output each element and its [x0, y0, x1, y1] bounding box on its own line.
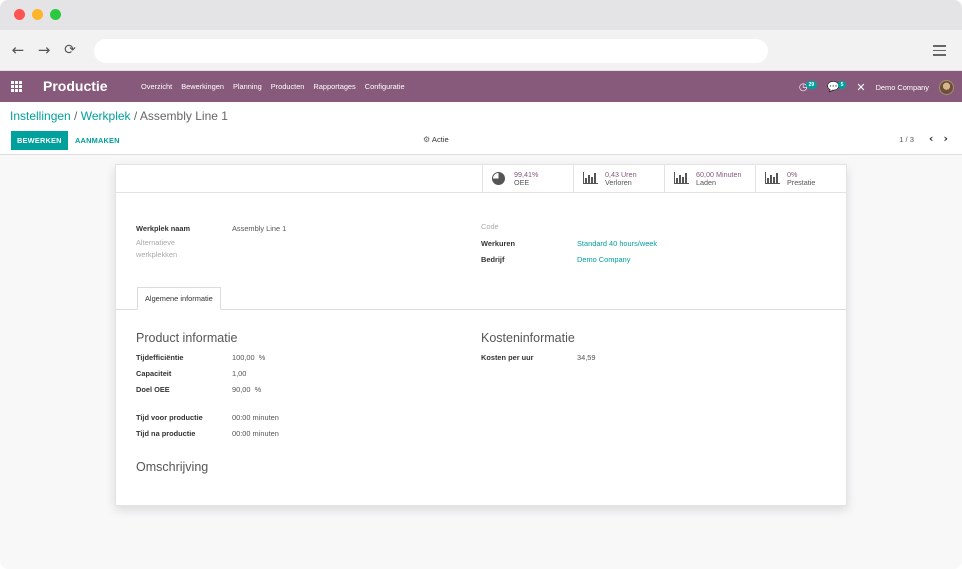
stat-label: Prestatie: [787, 178, 816, 187]
app-title[interactable]: Productie: [43, 78, 108, 94]
stat-button-verloren[interactable]: 0,43 Uren Verloren: [573, 165, 664, 193]
menu-item-bewerkingen[interactable]: Bewerkingen: [181, 82, 224, 91]
browser-window: ← → ⟳ Productie Overzicht Bewerkingen Pl…: [0, 0, 962, 569]
pager-next-icon[interactable]: ›: [943, 132, 948, 145]
time-after-label: Tijd na productie: [136, 429, 196, 438]
breadcrumb: Instellingen / Werkplek / Assembly Line …: [10, 109, 228, 123]
time-before-field[interactable]: 00:00 minuten: [232, 413, 279, 422]
forward-arrow-icon[interactable]: →: [36, 41, 52, 59]
cost-per-hour-field[interactable]: 34,59: [577, 353, 596, 362]
window-titlebar: [0, 0, 962, 30]
time-efficiency-label: Tijdefficiëntie: [136, 353, 184, 362]
menu-item-configuratie[interactable]: Configuratie: [365, 82, 405, 91]
tabs-divider: [116, 309, 846, 310]
code-label: Code: [481, 222, 499, 231]
menu-item-overzicht[interactable]: Overzicht: [141, 82, 172, 91]
workcenter-name-label: Werkplek naam: [136, 224, 191, 233]
time-efficiency-value: 100,00: [232, 353, 255, 362]
button-box: 99,41% OEE 0,43 Uren Verloren 60,00 Minu…: [116, 165, 846, 193]
breadcrumb-separator: /: [70, 109, 81, 123]
breadcrumb-instellingen[interactable]: Instellingen: [10, 109, 71, 123]
hamburger-menu-icon[interactable]: [933, 45, 946, 56]
bar-chart-icon: [765, 172, 781, 186]
time-efficiency-field[interactable]: 100,00 %: [232, 353, 265, 362]
menu-item-rapportages[interactable]: Rapportages: [313, 82, 355, 91]
activity-badge: 29: [805, 80, 818, 89]
percent-unit: %: [258, 353, 266, 362]
alternative-label-line: werkplekken: [136, 250, 178, 259]
pager-previous-icon[interactable]: ‹: [929, 132, 934, 145]
workcenter-name-field[interactable]: Assembly Line 1: [232, 224, 286, 233]
pie-chart-icon: [492, 172, 508, 186]
back-arrow-icon[interactable]: ←: [10, 41, 26, 59]
company-field[interactable]: Demo Company: [577, 255, 630, 264]
apps-grid-icon[interactable]: [11, 81, 22, 92]
action-label: Actie: [431, 135, 449, 144]
gear-icon: ⚙: [423, 135, 431, 144]
messaging-menu[interactable]: 💬 5: [827, 80, 847, 93]
activity-menu[interactable]: ◷ 29: [799, 80, 818, 93]
app-navbar: Productie Overzicht Bewerkingen Planning…: [0, 71, 962, 102]
oee-target-value: 90,00: [232, 385, 251, 394]
close-window-button[interactable]: [14, 9, 25, 20]
capacity-field[interactable]: 1,00: [232, 369, 246, 378]
breadcrumb-separator: /: [130, 109, 140, 123]
stat-label: Laden: [696, 178, 716, 187]
address-bar[interactable]: [94, 39, 768, 63]
percent-unit: %: [254, 385, 262, 394]
main-menu: Overzicht Bewerkingen Planning Producten…: [141, 82, 405, 91]
cost-per-hour-label: Kosten per uur: [481, 353, 534, 362]
working-hours-field[interactable]: Standard 40 hours/week: [577, 239, 657, 248]
maximize-window-button[interactable]: [50, 9, 61, 20]
action-menu[interactable]: ⚙ Actie: [423, 135, 449, 144]
menu-item-producten[interactable]: Producten: [271, 82, 305, 91]
messages-badge: 5: [837, 80, 847, 89]
stat-button-laden[interactable]: 60,00 Minuten Laden: [664, 165, 755, 193]
create-button[interactable]: AANMAKEN: [75, 131, 120, 150]
tab-general-info[interactable]: Algemene informatie: [137, 287, 221, 310]
company-label: Bedrijf: [481, 255, 505, 264]
stat-button-oee[interactable]: 99,41% OEE: [482, 165, 573, 193]
product-info-title: Product informatie: [136, 331, 238, 345]
minimize-window-button[interactable]: [32, 9, 43, 20]
breadcrumb-current: Assembly Line 1: [139, 109, 228, 123]
control-panel: Instellingen / Werkplek / Assembly Line …: [0, 102, 962, 155]
menu-item-planning[interactable]: Planning: [233, 82, 262, 91]
stat-button-prestatie[interactable]: 0% Prestatie: [755, 165, 846, 193]
working-hours-label: Werkuren: [481, 239, 515, 248]
company-switcher[interactable]: Demo Company: [876, 83, 929, 92]
bar-chart-icon: [583, 172, 599, 186]
breadcrumb-werkplek[interactable]: Werkplek: [81, 109, 131, 123]
close-icon[interactable]: ✕: [856, 81, 865, 94]
cost-info-title: Kosteninformatie: [481, 331, 575, 345]
browser-toolbar: ← → ⟳: [0, 30, 962, 71]
time-after-field[interactable]: 00:00 minuten: [232, 429, 279, 438]
pager-arrows: ‹ ›: [929, 132, 948, 145]
alternative-label-line: Alternatieve: [136, 238, 176, 247]
edit-button[interactable]: BEWERKEN: [11, 131, 68, 150]
time-before-label: Tijd voor productie: [136, 413, 203, 422]
form-sheet: 99,41% OEE 0,43 Uren Verloren 60,00 Minu…: [115, 164, 847, 506]
oee-target-label: Doel OEE: [136, 385, 170, 394]
description-title: Omschrijving: [136, 460, 209, 474]
systray: ◷ 29 💬 5 ✕ Demo Company: [799, 77, 954, 97]
alternative-workcenters-label: Alternatieve werkplekken: [136, 237, 177, 261]
avatar[interactable]: [939, 79, 954, 95]
capacity-label: Capaciteit: [136, 369, 172, 378]
reload-icon[interactable]: ⟳: [62, 41, 78, 59]
pager-value[interactable]: 1 / 3: [899, 135, 914, 144]
oee-target-field[interactable]: 90,00 %: [232, 385, 261, 394]
stat-label: OEE: [514, 178, 530, 187]
bar-chart-icon: [674, 172, 690, 186]
stat-label: Verloren: [605, 178, 632, 187]
